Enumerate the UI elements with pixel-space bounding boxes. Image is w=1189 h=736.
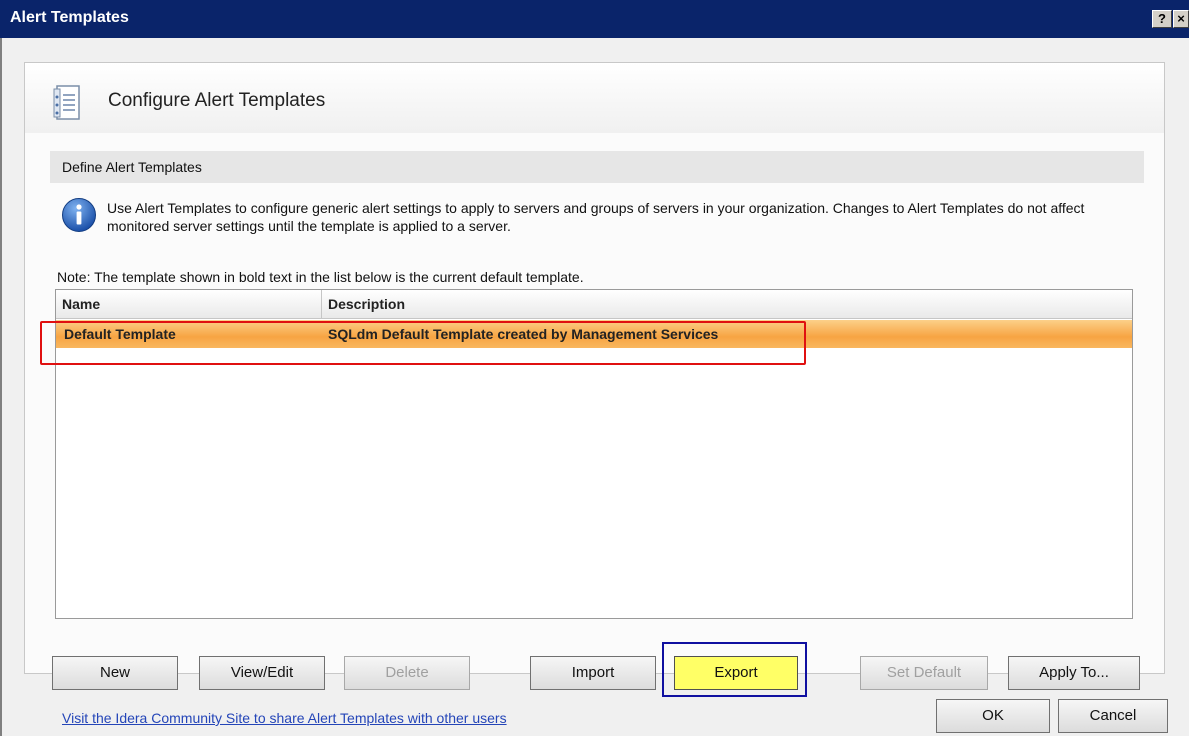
info-icon [62,198,96,232]
grid-header: Name Description [56,290,1132,319]
page-title: Configure Alert Templates [108,90,326,111]
ok-button[interactable]: OK [936,699,1050,733]
community-site-link[interactable]: Visit the Idera Community Site to share … [62,710,507,726]
content-panel: Configure Alert Templates Define Alert T… [24,62,1165,674]
template-list-icon [53,85,80,120]
help-button[interactable]: ? [1152,10,1172,28]
highlight-annotation [40,321,806,365]
import-button[interactable]: Import [530,656,656,690]
section-title: Define Alert Templates [62,159,202,175]
section-header: Define Alert Templates [50,151,1144,183]
info-text: Use Alert Templates to configure generic… [107,200,1085,234]
window-title: Alert Templates [10,9,129,26]
new-button[interactable]: New [52,656,178,690]
header-banner: Configure Alert Templates [25,63,1164,133]
column-header-description[interactable]: Description [322,290,1132,318]
close-button[interactable]: × [1173,10,1189,28]
apply-to-button[interactable]: Apply To... [1008,656,1140,690]
title-bar: Alert Templates ? × [0,0,1189,38]
delete-button[interactable]: Delete [344,656,470,690]
export-highlight-annotation [662,642,807,697]
set-default-button[interactable]: Set Default [860,656,988,690]
column-header-name[interactable]: Name [56,290,322,318]
cancel-button[interactable]: Cancel [1058,699,1168,733]
view-edit-button[interactable]: View/Edit [199,656,325,690]
default-note: Note: The template shown in bold text in… [57,269,584,285]
